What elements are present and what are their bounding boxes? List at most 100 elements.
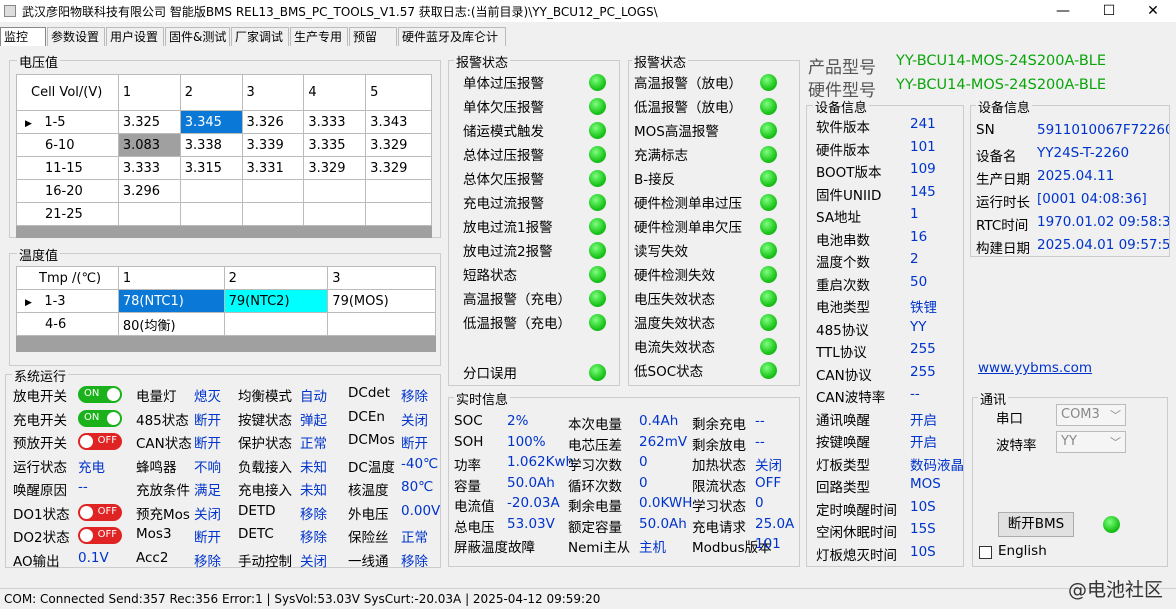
toggle-switch-off[interactable]: OFF <box>78 433 122 450</box>
toggle-knob-icon <box>80 529 93 542</box>
cell[interactable] <box>223 312 329 336</box>
system-label: DCMos <box>348 432 395 448</box>
system-value: 弹起 <box>300 412 327 429</box>
port-select[interactable]: COM3 ﹀ <box>1056 404 1126 426</box>
maximize-button[interactable]: ☐ <box>1086 0 1132 22</box>
table-row[interactable]: 4-6 80(均衡) <box>16 312 436 336</box>
cell[interactable] <box>327 312 436 336</box>
system-value: 未知 <box>300 459 327 476</box>
info-label: 设备名 <box>976 149 1017 165</box>
status-led-icon <box>589 364 606 381</box>
cell[interactable]: 3.325 <box>117 110 181 134</box>
baud-select[interactable]: YY ﹀ <box>1056 431 1126 453</box>
cell[interactable]: 79(NTC2) <box>223 289 329 313</box>
system-title: 系统运行 <box>12 366 69 385</box>
status-led-icon <box>589 122 606 139</box>
table-row[interactable]: 6-10 3.083 3.338 3.339 3.335 3.329 <box>16 133 432 157</box>
cell[interactable]: 3.296 <box>117 179 181 203</box>
row-label: 6-10 <box>16 133 119 157</box>
system-label: AO输出 <box>13 553 60 570</box>
cell[interactable]: 78(NTC1) <box>117 289 225 313</box>
cell[interactable]: 3.345 <box>179 110 243 134</box>
tab-params[interactable]: 参数设置 <box>47 27 105 46</box>
baud-label: 波特率 <box>996 438 1037 454</box>
toggle-knob-icon <box>80 435 93 448</box>
status-led-icon <box>760 266 777 283</box>
cell[interactable]: 3.333 <box>117 156 181 180</box>
toggle-switch-off[interactable]: OFF <box>78 503 122 521</box>
tab-hardware-bluetooth[interactable]: 硬件蓝牙及库仑计 <box>398 27 506 46</box>
tab-user-settings[interactable]: 用户设置 <box>106 27 164 46</box>
cell[interactable]: 3.333 <box>303 110 367 134</box>
cell[interactable]: 3.326 <box>241 110 305 134</box>
product-model-label: 产品型号 <box>808 58 876 78</box>
english-checkbox[interactable] <box>979 546 992 559</box>
cell[interactable] <box>179 202 243 226</box>
cell[interactable] <box>117 202 181 226</box>
device-info-group-2: SN 5911010067F72260 设备名 YY24S-T-2260 生产日期 202… <box>970 105 1170 257</box>
tab-reserved[interactable]: 预留 <box>349 27 397 46</box>
status-led-icon <box>589 314 606 331</box>
info-value: 255 <box>910 363 936 380</box>
tab-production[interactable]: 生产专用 <box>290 27 348 46</box>
chevron-down-icon: ﹀ <box>1110 436 1121 449</box>
cell[interactable]: 79(MOS) <box>327 289 436 313</box>
table-row[interactable]: 16-20 3.296 <box>16 179 432 203</box>
alarm-label: 单体欠压报警 <box>463 100 544 116</box>
system-label: DC温度 <box>348 459 395 476</box>
cell[interactable]: 3.343 <box>365 110 432 134</box>
cell[interactable] <box>241 179 305 203</box>
realtime-label: 学习状态 <box>692 499 746 515</box>
cell[interactable]: 3.083 <box>117 133 181 157</box>
cell[interactable]: 80(均衡) <box>117 312 225 336</box>
tab-factory[interactable]: 厂家调试 <box>231 27 289 46</box>
system-label: 保护状态 <box>238 436 292 452</box>
cell[interactable]: 3.315 <box>179 156 243 180</box>
voltage-header-cell: Cell Vol/(V) <box>16 74 119 111</box>
system-label: 运行状态 <box>13 459 67 476</box>
disconnect-button[interactable]: 断开BMS <box>998 512 1074 537</box>
status-led-icon <box>589 98 606 115</box>
cell[interactable]: 3.331 <box>241 156 305 180</box>
cell[interactable]: 3.329 <box>365 133 432 157</box>
table-row[interactable]: 11-15 3.333 3.315 3.331 3.329 3.329 <box>16 156 432 180</box>
cell[interactable]: 3.335 <box>303 133 367 157</box>
info-value: 5911010067F72260 <box>1037 122 1170 138</box>
voltage-title: 电压值 <box>17 52 61 71</box>
status-led-icon <box>760 98 777 115</box>
system-value: -40℃ <box>401 455 439 472</box>
realtime-label: 循环次数 <box>568 478 622 495</box>
temp-header-cell: 3 <box>327 266 436 290</box>
toggle-switch-on[interactable]: ON <box>78 386 122 403</box>
cell[interactable] <box>365 179 432 203</box>
cell[interactable]: 3.329 <box>365 156 432 180</box>
cell[interactable] <box>303 179 367 203</box>
status-led-icon <box>589 242 606 259</box>
cell[interactable]: 3.329 <box>303 156 367 180</box>
close-button[interactable]: ✕ <box>1130 0 1176 22</box>
toggle-switch-on[interactable]: ON <box>78 409 122 427</box>
website-link[interactable]: www.yybms.com <box>978 360 1092 376</box>
system-value: 充电 <box>78 459 105 476</box>
app-icon <box>4 5 16 17</box>
cell[interactable] <box>303 202 367 226</box>
cell[interactable] <box>179 179 243 203</box>
info-label: SA地址 <box>816 210 862 226</box>
table-row[interactable]: 21-25 <box>16 202 432 226</box>
info-value: 109 <box>910 161 936 177</box>
toggle-switch-off[interactable]: OFF <box>78 527 122 544</box>
realtime-value: 关闭 <box>755 458 782 474</box>
cell[interactable] <box>365 202 432 226</box>
cell[interactable] <box>241 202 305 226</box>
cell[interactable]: 3.339 <box>241 133 305 157</box>
minimize-button[interactable]: — <box>1040 0 1086 22</box>
system-label: 负载接入 <box>238 459 292 476</box>
table-row[interactable]: ▶ 1-5 3.325 3.345 3.326 3.333 3.343 <box>16 110 432 134</box>
tab-monitor[interactable]: 监控 <box>0 27 46 46</box>
voltage-header-cell: 4 <box>303 74 367 111</box>
system-label: 保险丝 <box>348 530 389 546</box>
table-row[interactable]: ▶ 1-3 78(NTC1) 79(NTC2) 79(MOS) <box>16 289 436 313</box>
tab-firmware[interactable]: 固件&测试 <box>165 27 230 46</box>
cell[interactable]: 3.338 <box>179 133 243 157</box>
info-label: 电池串数 <box>816 232 870 249</box>
